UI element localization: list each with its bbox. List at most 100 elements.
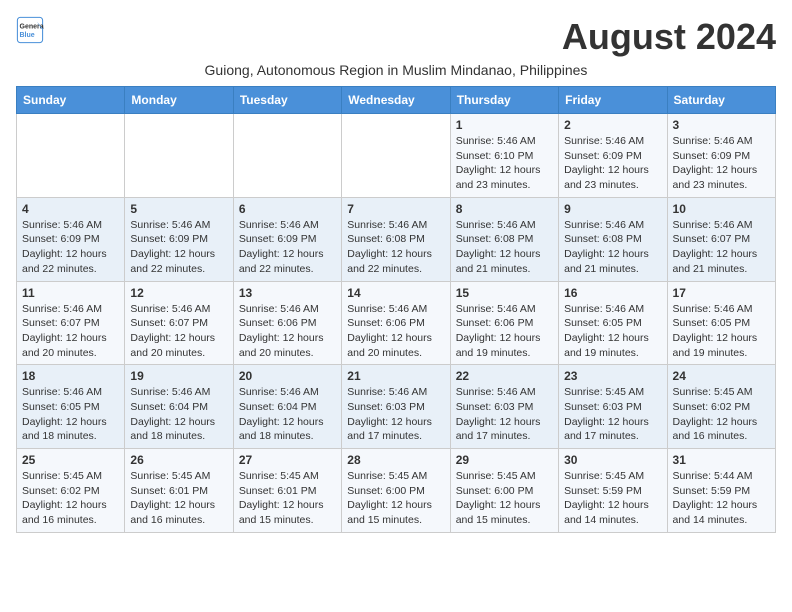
day-number: 4	[22, 202, 119, 216]
calendar-cell	[342, 114, 450, 198]
subtitle: Guiong, Autonomous Region in Muslim Mind…	[16, 62, 776, 78]
calendar-cell: 14 Sunrise: 5:46 AM Sunset: 6:06 PM Dayli…	[342, 281, 450, 365]
calendar-cell: 19 Sunrise: 5:46 AM Sunset: 6:04 PM Dayli…	[125, 365, 233, 449]
calendar-cell: 21 Sunrise: 5:46 AM Sunset: 6:03 PM Dayli…	[342, 365, 450, 449]
day-info: Sunrise: 5:46 AM Sunset: 6:06 PM Dayligh…	[347, 302, 444, 361]
day-number: 23	[564, 369, 661, 383]
day-info: Sunrise: 5:46 AM Sunset: 6:03 PM Dayligh…	[347, 385, 444, 444]
day-number: 19	[130, 369, 227, 383]
day-info: Sunrise: 5:46 AM Sunset: 6:06 PM Dayligh…	[456, 302, 553, 361]
calendar-cell: 6Sunrise: 5:46 AM Sunset: 6:09 PM Daylig…	[233, 197, 341, 281]
day-number: 1	[456, 118, 553, 132]
day-number: 20	[239, 369, 336, 383]
calendar-cell: 29 Sunrise: 5:45 AM Sunset: 6:00 PM Dayli…	[450, 449, 558, 533]
day-info: Sunrise: 5:46 AM Sunset: 6:09 PM Dayligh…	[564, 134, 661, 193]
day-number: 29	[456, 453, 553, 467]
weekday-header-wednesday: Wednesday	[342, 87, 450, 114]
calendar-cell: 22Sunrise: 5:46 AM Sunset: 6:03 PM Dayli…	[450, 365, 558, 449]
weekday-header-saturday: Saturday	[667, 87, 775, 114]
calendar-cell: 13 Sunrise: 5:46 AM Sunset: 6:06 PM Dayli…	[233, 281, 341, 365]
weekday-header-monday: Monday	[125, 87, 233, 114]
month-title: August 2024	[562, 16, 776, 58]
calendar-cell: 17 Sunrise: 5:46 AM Sunset: 6:05 PM Dayli…	[667, 281, 775, 365]
calendar-cell: 7 Sunrise: 5:46 AM Sunset: 6:08 PM Daylig…	[342, 197, 450, 281]
day-number: 2	[564, 118, 661, 132]
day-info: Sunrise: 5:46 AM Sunset: 6:06 PM Dayligh…	[239, 302, 336, 361]
calendar-cell	[125, 114, 233, 198]
day-number: 16	[564, 286, 661, 300]
day-info: Sunrise: 5:44 AM Sunset: 5:59 PM Dayligh…	[673, 469, 770, 528]
calendar-cell: 26 Sunrise: 5:45 AM Sunset: 6:01 PM Dayli…	[125, 449, 233, 533]
day-info: Sunrise: 5:46 AM Sunset: 6:04 PM Dayligh…	[239, 385, 336, 444]
calendar-cell: 2 Sunrise: 5:46 AM Sunset: 6:09 PM Daylig…	[559, 114, 667, 198]
calendar-cell: 31 Sunrise: 5:44 AM Sunset: 5:59 PM Dayli…	[667, 449, 775, 533]
calendar-cell: 24Sunrise: 5:45 AM Sunset: 6:02 PM Dayli…	[667, 365, 775, 449]
svg-text:Blue: Blue	[20, 32, 35, 39]
calendar-cell: 4 Sunrise: 5:46 AM Sunset: 6:09 PM Daylig…	[17, 197, 125, 281]
weekday-header-sunday: Sunday	[17, 87, 125, 114]
day-number: 27	[239, 453, 336, 467]
weekday-header-friday: Friday	[559, 87, 667, 114]
day-info: Sunrise: 5:45 AM Sunset: 6:01 PM Dayligh…	[239, 469, 336, 528]
calendar-cell: 23 Sunrise: 5:45 AM Sunset: 6:03 PM Dayli…	[559, 365, 667, 449]
day-number: 7	[347, 202, 444, 216]
day-info: Sunrise: 5:46 AM Sunset: 6:09 PM Dayligh…	[130, 218, 227, 277]
day-number: 5	[130, 202, 227, 216]
day-number: 25	[22, 453, 119, 467]
day-info: Sunrise: 5:45 AM Sunset: 6:00 PM Dayligh…	[456, 469, 553, 528]
calendar-cell: 11 Sunrise: 5:46 AM Sunset: 6:07 PM Dayli…	[17, 281, 125, 365]
day-info: Sunrise: 5:46 AM Sunset: 6:07 PM Dayligh…	[130, 302, 227, 361]
calendar-cell	[17, 114, 125, 198]
day-number: 17	[673, 286, 770, 300]
day-info: Sunrise: 5:46 AM Sunset: 6:09 PM Dayligh…	[673, 134, 770, 193]
weekday-header-tuesday: Tuesday	[233, 87, 341, 114]
day-number: 15	[456, 286, 553, 300]
day-info: Sunrise: 5:46 AM Sunset: 6:10 PM Dayligh…	[456, 134, 553, 193]
day-info: Sunrise: 5:46 AM Sunset: 6:07 PM Dayligh…	[22, 302, 119, 361]
day-number: 12	[130, 286, 227, 300]
calendar-cell: 30 Sunrise: 5:45 AM Sunset: 5:59 PM Dayli…	[559, 449, 667, 533]
day-info: Sunrise: 5:45 AM Sunset: 6:02 PM Dayligh…	[22, 469, 119, 528]
day-number: 3	[673, 118, 770, 132]
day-number: 13	[239, 286, 336, 300]
calendar-cell: 15 Sunrise: 5:46 AM Sunset: 6:06 PM Dayli…	[450, 281, 558, 365]
calendar-cell: 28 Sunrise: 5:45 AM Sunset: 6:00 PM Dayli…	[342, 449, 450, 533]
day-info: Sunrise: 5:46 AM Sunset: 6:08 PM Dayligh…	[456, 218, 553, 277]
calendar-cell	[233, 114, 341, 198]
day-number: 9	[564, 202, 661, 216]
day-number: 26	[130, 453, 227, 467]
day-info: Sunrise: 5:46 AM Sunset: 6:05 PM Dayligh…	[22, 385, 119, 444]
day-info: Sunrise: 5:46 AM Sunset: 6:05 PM Dayligh…	[673, 302, 770, 361]
calendar-cell: 8Sunrise: 5:46 AM Sunset: 6:08 PM Daylig…	[450, 197, 558, 281]
day-info: Sunrise: 5:46 AM Sunset: 6:03 PM Dayligh…	[456, 385, 553, 444]
day-info: Sunrise: 5:46 AM Sunset: 6:07 PM Dayligh…	[673, 218, 770, 277]
day-number: 31	[673, 453, 770, 467]
calendar-cell: 27 Sunrise: 5:45 AM Sunset: 6:01 PM Dayli…	[233, 449, 341, 533]
calendar-cell: 25 Sunrise: 5:45 AM Sunset: 6:02 PM Dayli…	[17, 449, 125, 533]
calendar-cell: 18 Sunrise: 5:46 AM Sunset: 6:05 PM Dayli…	[17, 365, 125, 449]
day-number: 21	[347, 369, 444, 383]
day-number: 6	[239, 202, 336, 216]
calendar-cell: 1 Sunrise: 5:46 AM Sunset: 6:10 PM Daylig…	[450, 114, 558, 198]
day-info: Sunrise: 5:45 AM Sunset: 6:03 PM Dayligh…	[564, 385, 661, 444]
day-number: 30	[564, 453, 661, 467]
day-number: 28	[347, 453, 444, 467]
day-info: Sunrise: 5:46 AM Sunset: 6:09 PM Dayligh…	[22, 218, 119, 277]
day-info: Sunrise: 5:46 AM Sunset: 6:04 PM Dayligh…	[130, 385, 227, 444]
logo: General Blue	[16, 16, 44, 44]
day-number: 10	[673, 202, 770, 216]
day-info: Sunrise: 5:46 AM Sunset: 6:08 PM Dayligh…	[347, 218, 444, 277]
calendar-cell: 12 Sunrise: 5:46 AM Sunset: 6:07 PM Dayli…	[125, 281, 233, 365]
logo-icon: General Blue	[16, 16, 44, 44]
day-number: 11	[22, 286, 119, 300]
day-info: Sunrise: 5:45 AM Sunset: 6:01 PM Dayligh…	[130, 469, 227, 528]
day-info: Sunrise: 5:45 AM Sunset: 6:00 PM Dayligh…	[347, 469, 444, 528]
calendar-cell: 3 Sunrise: 5:46 AM Sunset: 6:09 PM Daylig…	[667, 114, 775, 198]
day-number: 18	[22, 369, 119, 383]
day-number: 14	[347, 286, 444, 300]
calendar-cell: 20 Sunrise: 5:46 AM Sunset: 6:04 PM Dayli…	[233, 365, 341, 449]
day-info: Sunrise: 5:45 AM Sunset: 5:59 PM Dayligh…	[564, 469, 661, 528]
day-info: Sunrise: 5:46 AM Sunset: 6:08 PM Dayligh…	[564, 218, 661, 277]
calendar-cell: 9 Sunrise: 5:46 AM Sunset: 6:08 PM Daylig…	[559, 197, 667, 281]
calendar-cell: 5 Sunrise: 5:46 AM Sunset: 6:09 PM Daylig…	[125, 197, 233, 281]
